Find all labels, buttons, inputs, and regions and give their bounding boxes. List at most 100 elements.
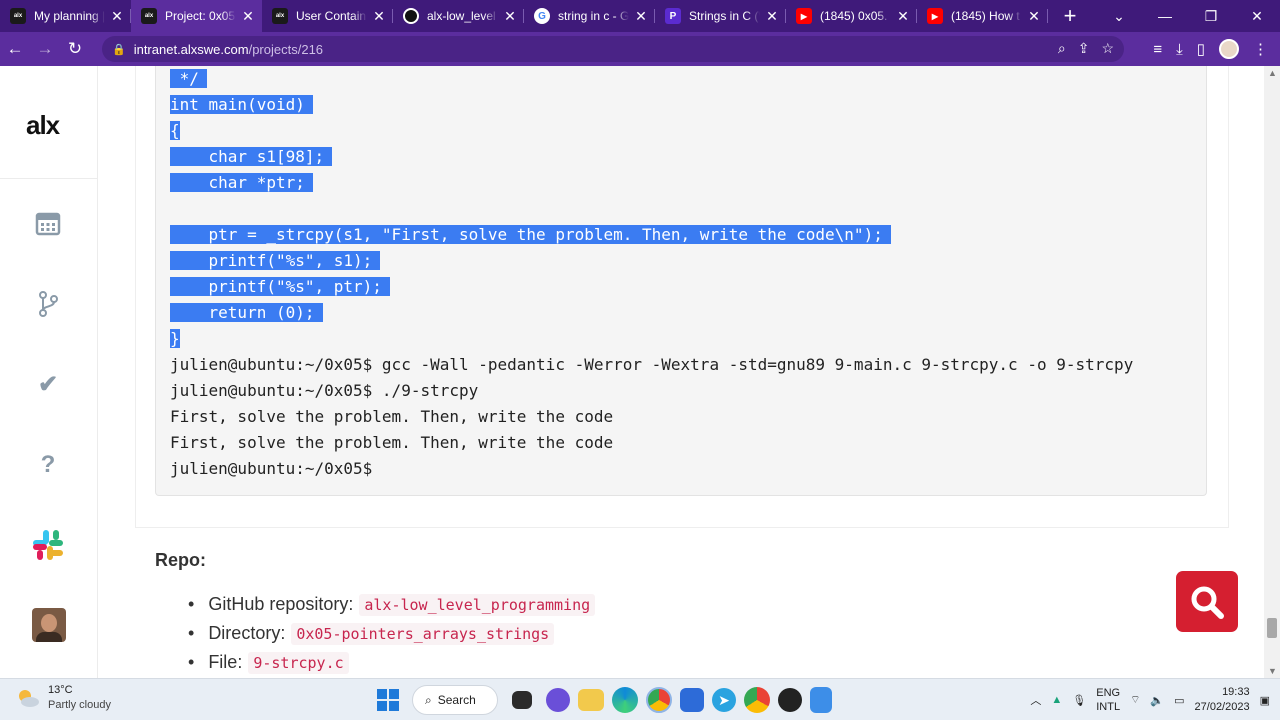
url-path: /projects/216 bbox=[248, 41, 324, 57]
windows-start-icon[interactable] bbox=[372, 684, 404, 716]
scroll-up-icon[interactable]: ▲ bbox=[1268, 68, 1277, 78]
language-indicator[interactable]: ENG INTL bbox=[1096, 686, 1120, 714]
taskbar-search[interactable]: ⌕ Search bbox=[412, 685, 498, 715]
checkmark-icon[interactable]: ✔ bbox=[33, 369, 63, 399]
search-fab-button[interactable] bbox=[1176, 571, 1238, 632]
browser-tab[interactable]: alx My planning | ✕ bbox=[0, 0, 131, 32]
tab-close-icon[interactable]: ✕ bbox=[764, 8, 780, 25]
tab-title: Strings in C (\ bbox=[689, 9, 760, 23]
repo-item-file: File:9-strcpy.c bbox=[190, 648, 595, 677]
browser-tab[interactable]: ▶ (1845) How t ✕ bbox=[917, 0, 1048, 32]
reload-icon[interactable]: ↻ bbox=[60, 39, 90, 59]
page-scrollbar[interactable]: ▲ ▼ bbox=[1264, 66, 1280, 678]
browser-tab[interactable]: alx-low_level ✕ bbox=[393, 0, 524, 32]
share-icon[interactable]: ⇪ bbox=[1078, 40, 1090, 57]
obs-icon[interactable] bbox=[778, 688, 802, 712]
chat-icon[interactable] bbox=[546, 688, 570, 712]
code-line-text: { bbox=[170, 121, 180, 140]
tab-close-icon[interactable]: ✕ bbox=[895, 8, 911, 25]
tab-search-icon[interactable]: ⌄ bbox=[1096, 8, 1142, 25]
store-icon[interactable] bbox=[680, 688, 704, 712]
browser-tab[interactable]: Gstring in c - G ✕ bbox=[524, 0, 655, 32]
app-sidebar: alx ✔ ? bbox=[0, 66, 98, 678]
tab-close-icon[interactable]: ✕ bbox=[633, 8, 649, 25]
slack-icon[interactable] bbox=[31, 528, 65, 562]
tray-chevron-icon[interactable]: ︿ bbox=[1030, 692, 1041, 708]
tray-app-icon[interactable]: ▲ bbox=[1051, 694, 1062, 706]
tab-close-icon[interactable]: ✕ bbox=[109, 8, 125, 25]
tab-close-icon[interactable]: ✕ bbox=[1026, 8, 1042, 25]
telegram-icon[interactable]: ➤ bbox=[712, 688, 736, 712]
tab-close-icon[interactable]: ✕ bbox=[371, 8, 387, 25]
chrome-icon[interactable] bbox=[646, 687, 672, 713]
side-panel-icon[interactable]: ▯ bbox=[1197, 40, 1205, 58]
youtube-favicon-icon: ▶ bbox=[927, 8, 943, 24]
maximize-icon[interactable]: ❐ bbox=[1188, 8, 1234, 25]
tab-title: (1845) How t bbox=[951, 9, 1020, 23]
browser-tab[interactable]: alx User Contain ✕ bbox=[262, 0, 393, 32]
search-icon: ⌕ bbox=[425, 692, 432, 707]
zoom-icon[interactable]: ⌕ bbox=[1058, 40, 1066, 57]
scrollbar-thumb[interactable] bbox=[1267, 618, 1277, 638]
microphone-icon[interactable]: 🎙 bbox=[1072, 694, 1086, 707]
weather-temp: 13°C bbox=[48, 684, 73, 696]
repo-item-label: File: bbox=[208, 652, 243, 672]
code-line: ptr = _strcpy(s1, "First, solve the prob… bbox=[170, 222, 1133, 248]
tab-close-icon[interactable]: ✕ bbox=[240, 8, 256, 25]
repo-item-label: GitHub repository: bbox=[208, 594, 354, 614]
code-line-text: } bbox=[170, 329, 180, 348]
browser-tab[interactable]: alx Project: 0x05 ✕ bbox=[131, 0, 262, 32]
tab-title: User Contain bbox=[296, 9, 367, 23]
notepad-icon[interactable] bbox=[810, 687, 832, 713]
profile-avatar[interactable] bbox=[1219, 39, 1239, 59]
browser-tab-strip: alx My planning | ✕ alx Project: 0x05 ✕ alx Use… bbox=[0, 0, 1280, 32]
tab-close-icon[interactable]: ✕ bbox=[502, 8, 518, 25]
download-icon[interactable]: ⤓ bbox=[1176, 41, 1183, 58]
browser-tab[interactable]: ▶ (1845) 0x05. (✕ bbox=[786, 0, 917, 32]
code-listing[interactable]: */ int main(void) { char s1[98]; char *ptr… bbox=[170, 66, 1133, 482]
tab-title: alx-low_level bbox=[427, 9, 496, 23]
repo-item-value: alx-low_level_programming bbox=[359, 593, 596, 616]
repo-item-value: 9-strcpy.c bbox=[248, 651, 349, 674]
menu-icon[interactable]: ⋮ bbox=[1253, 40, 1268, 58]
clock[interactable]: 19:33 27/02/2023 bbox=[1195, 685, 1250, 715]
wifi-icon[interactable]: ⌔ bbox=[1130, 693, 1140, 707]
code-line-text: julien@ubuntu:~/0x05$ bbox=[170, 459, 373, 478]
volume-icon[interactable]: 🔈 bbox=[1150, 694, 1164, 707]
help-question-icon[interactable]: ? bbox=[33, 450, 63, 480]
code-line: julien@ubuntu:~/0x05$ ./9-strcpy bbox=[170, 378, 1133, 404]
close-window-icon[interactable]: ✕ bbox=[1234, 8, 1280, 25]
alx-favicon-icon: alx bbox=[272, 8, 288, 24]
weather-widget[interactable]: 13°C Partly cloudy bbox=[16, 683, 111, 713]
alx-logo[interactable]: alx bbox=[26, 110, 60, 141]
new-tab-button[interactable]: + bbox=[1054, 3, 1086, 29]
code-line: printf("%s", ptr); bbox=[170, 274, 1133, 300]
code-line-text: julien@ubuntu:~/0x05$ ./9-strcpy bbox=[170, 381, 479, 400]
bookmark-star-icon[interactable]: ☆ bbox=[1101, 40, 1114, 57]
chrome-profile-icon[interactable] bbox=[744, 687, 770, 713]
battery-icon[interactable]: ▭ bbox=[1174, 694, 1184, 707]
clock-time: 19:33 bbox=[1222, 686, 1250, 698]
address-bar[interactable]: 🔒 intranet.alxswe.com/projects/216 ⌕ ⇪ ☆ bbox=[102, 36, 1124, 62]
git-branch-icon[interactable] bbox=[33, 289, 63, 319]
back-icon[interactable]: ← bbox=[0, 39, 30, 59]
edge-icon[interactable] bbox=[612, 687, 638, 713]
notification-icon[interactable]: ▣ bbox=[1260, 694, 1270, 707]
minimize-icon[interactable]: — bbox=[1142, 8, 1188, 24]
code-line-text: printf("%s", s1); bbox=[170, 251, 381, 270]
task-view-icon[interactable] bbox=[512, 691, 532, 709]
scroll-down-icon[interactable]: ▼ bbox=[1268, 666, 1277, 676]
code-line: */ bbox=[170, 66, 1133, 92]
media-control-icon[interactable]: ≡ bbox=[1153, 41, 1162, 58]
code-line: return (0); bbox=[170, 300, 1133, 326]
calendar-icon[interactable] bbox=[33, 208, 63, 238]
alx-favicon-icon: alx bbox=[141, 8, 157, 24]
file-explorer-icon[interactable] bbox=[578, 689, 604, 711]
forward-icon[interactable]: → bbox=[30, 39, 60, 59]
repo-item-value: 0x05-pointers_arrays_strings bbox=[291, 622, 555, 645]
repo-item-github: GitHub repository:alx-low_level_programm… bbox=[190, 590, 596, 619]
tab-title: (1845) 0x05. ( bbox=[820, 9, 891, 23]
user-avatar[interactable] bbox=[32, 608, 66, 642]
clock-date: 27/02/2023 bbox=[1194, 701, 1250, 713]
browser-tab[interactable]: P Strings in C (\ ✕ bbox=[655, 0, 786, 32]
